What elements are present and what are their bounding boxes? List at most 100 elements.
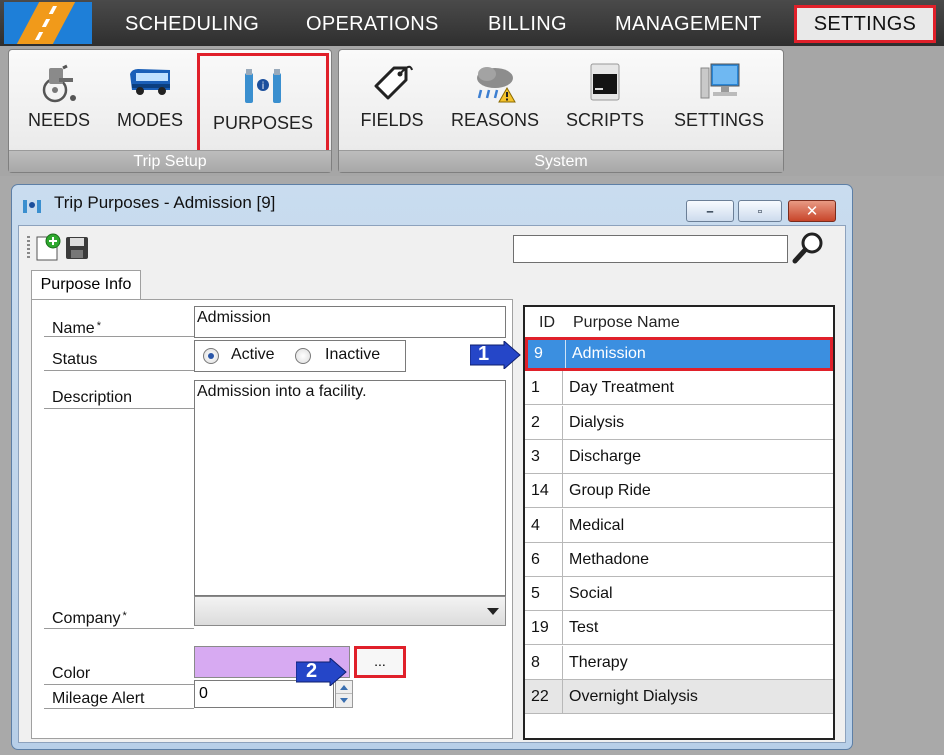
row-id-cell: 3 xyxy=(525,439,563,473)
row-id-cell: 19 xyxy=(525,611,563,645)
minimize-button[interactable]: – xyxy=(686,200,734,222)
close-button[interactable]: ✕ xyxy=(788,200,836,222)
status-label: Status xyxy=(52,351,98,368)
needs-label: NEEDS xyxy=(27,110,90,130)
storm-warning-icon xyxy=(477,67,516,103)
search-input[interactable] xyxy=(513,235,788,263)
row-id-cell: 1 xyxy=(525,371,563,405)
nav-operations[interactable]: OPERATIONS xyxy=(306,5,439,43)
fields-label: FIELDS xyxy=(360,110,424,130)
status-radio-group: Active Inactive xyxy=(194,340,406,372)
terminal-icon xyxy=(590,63,620,101)
row-id-cell: 2 xyxy=(525,405,563,439)
row-name-cell: Dialysis xyxy=(569,413,625,431)
status-inactive-radio[interactable] xyxy=(295,348,311,364)
row-id-cell: 5 xyxy=(525,577,563,611)
needs-button[interactable]: NEEDS xyxy=(19,50,99,148)
ribbon-group-system: FIELDS REASONS SCRIPTS SETTINGS System xyxy=(338,49,784,173)
row-name-cell: Overnight Dialysis xyxy=(569,688,698,705)
row-name-cell: Methadone xyxy=(569,550,650,568)
reasons-button[interactable]: REASONS xyxy=(443,50,547,148)
table-row[interactable]: 19 Test xyxy=(525,611,833,646)
ribbon-group-title: Trip Setup xyxy=(9,150,331,172)
callout-2-number: 2 xyxy=(306,660,318,682)
settings-button[interactable]: SETTINGS xyxy=(661,50,777,148)
search-icon[interactable] xyxy=(791,230,827,266)
modes-label: MODES xyxy=(116,110,183,130)
nav-management[interactable]: MANAGEMENT xyxy=(615,5,761,43)
table-row[interactable]: 3 Discharge xyxy=(525,439,833,474)
toolbar-grip[interactable] xyxy=(27,236,30,258)
nav-billing[interactable]: BILLING xyxy=(488,5,567,43)
save-icon[interactable] xyxy=(65,236,89,260)
row-id-cell: 4 xyxy=(525,508,563,542)
tab-purpose-info[interactable]: Purpose Info xyxy=(31,270,141,300)
ribbon-toolbar: NEEDS MODES i PURPOSES Trip Setup FIELDS… xyxy=(0,46,944,176)
table-row[interactable]: 5 Social xyxy=(525,577,833,612)
road-logo-icon xyxy=(16,2,76,44)
label-underline xyxy=(44,684,194,685)
table-row[interactable]: 8 Therapy xyxy=(525,645,833,680)
minimize-icon: – xyxy=(706,203,714,219)
stepper-down-icon[interactable] xyxy=(336,694,352,707)
table-row[interactable]: 6 Methadone xyxy=(525,542,833,577)
row-name-cell: Medical xyxy=(569,516,625,534)
color-label: Color xyxy=(52,665,91,682)
bus-icon xyxy=(130,69,170,95)
description-textarea[interactable]: Admission into a facility. xyxy=(194,380,506,596)
row-id-cell: 9 xyxy=(528,340,566,368)
new-record-icon[interactable] xyxy=(35,233,61,261)
purpose-info-panel: Name * Admission Status Active Inactive D… xyxy=(31,299,513,739)
restore-button[interactable]: ▫ xyxy=(738,200,782,222)
modes-button[interactable]: MODES xyxy=(109,50,191,148)
table-row[interactable]: 1 Day Treatment xyxy=(525,371,833,406)
status-active-radio[interactable] xyxy=(203,348,219,364)
table-row[interactable]: 14 Group Ride xyxy=(525,474,833,509)
status-active-label: Active xyxy=(231,346,275,363)
row-id-cell: 6 xyxy=(525,542,563,576)
window-title: Trip Purposes - Admission [9] xyxy=(54,193,276,212)
computer-icon xyxy=(700,63,740,99)
table-row[interactable]: 4 Medical xyxy=(525,508,833,543)
window-title-bar[interactable]: Trip Purposes - Admission [9] – ▫ ✕ xyxy=(12,185,852,222)
settings-label: SETTINGS xyxy=(673,110,764,130)
row-id-cell: 22 xyxy=(525,680,563,713)
app-logo[interactable] xyxy=(4,2,92,44)
table-row[interactable]: 22 Overnight Dialysis xyxy=(525,680,833,714)
label-underline xyxy=(44,370,194,371)
row-name-cell: Discharge xyxy=(569,447,642,465)
tag-icon xyxy=(374,65,413,100)
restore-icon: ▫ xyxy=(757,203,763,219)
nav-scheduling[interactable]: SCHEDULING xyxy=(125,5,259,43)
row-name-cell: Social xyxy=(569,585,613,603)
row-name-cell: Admission xyxy=(572,345,646,362)
callout-2-arrow xyxy=(296,658,347,686)
row-name-cell: Therapy xyxy=(569,653,628,671)
table-row[interactable]: 9 Admission xyxy=(525,337,833,371)
mileage-alert-label: Mileage Alert xyxy=(52,690,145,707)
id-column-header[interactable]: ID xyxy=(539,314,555,332)
purpose-name-column-header[interactable]: Purpose Name xyxy=(573,314,680,332)
label-underline xyxy=(44,708,194,709)
window-toolbar xyxy=(19,226,845,266)
purposes-button[interactable]: i PURPOSES xyxy=(197,53,329,153)
fields-button[interactable]: FIELDS xyxy=(347,50,437,148)
row-name-cell: Group Ride xyxy=(569,482,651,500)
chevron-down-icon xyxy=(487,608,499,615)
status-inactive-label: Inactive xyxy=(325,346,381,363)
company-label: Company * xyxy=(52,610,127,627)
description-label: Description xyxy=(52,389,133,406)
window-body: Purpose Info Name * Admission Status Acti… xyxy=(18,225,846,743)
name-input[interactable]: Admission xyxy=(194,306,506,338)
color-picker-button[interactable]: ... xyxy=(354,646,406,678)
label-underline xyxy=(44,628,194,629)
ribbon-group-trip-setup: NEEDS MODES i PURPOSES Trip Setup xyxy=(8,49,332,173)
grid-header: ID Purpose Name xyxy=(525,307,833,337)
scripts-button[interactable]: SCRIPTS xyxy=(557,50,653,148)
svg-text:i: i xyxy=(262,81,265,92)
company-select[interactable] xyxy=(194,596,506,626)
purposes-small-icon xyxy=(23,200,41,213)
nav-settings[interactable]: SETTINGS xyxy=(794,5,936,43)
table-row[interactable]: 2 Dialysis xyxy=(525,405,833,440)
label-underline xyxy=(44,408,194,409)
